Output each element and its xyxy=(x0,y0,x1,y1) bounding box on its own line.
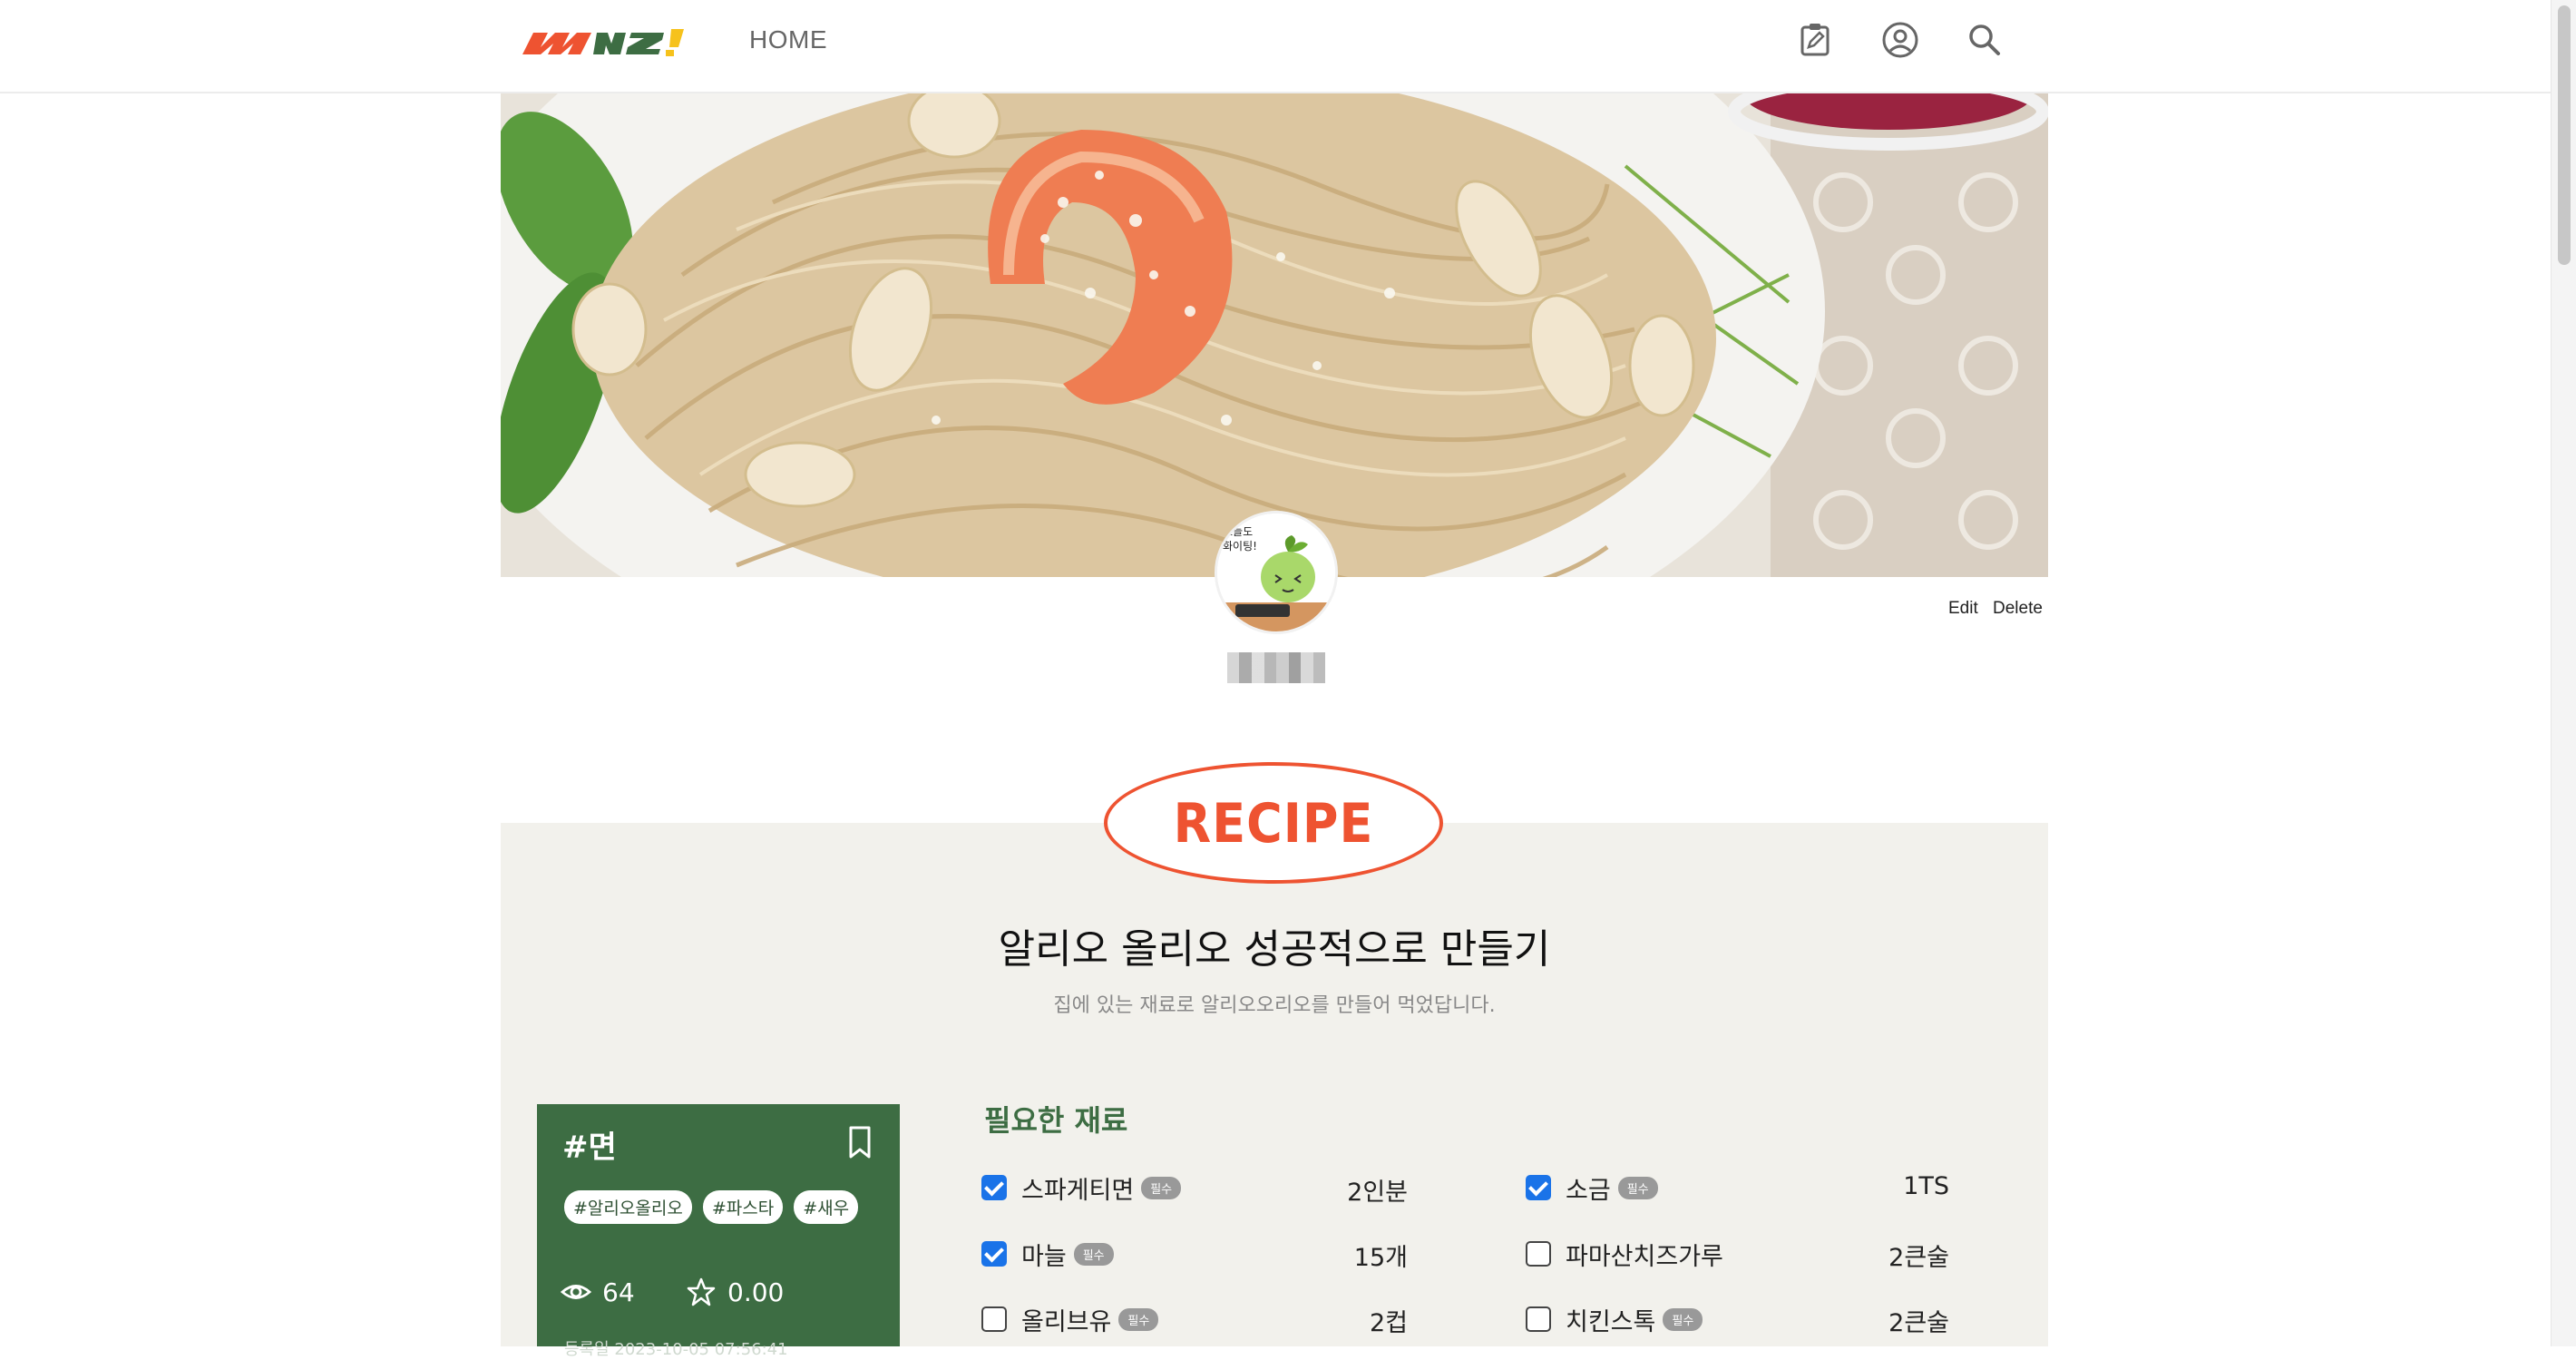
ingredient-name: 소금 xyxy=(1566,1176,1611,1205)
recipe-title: 알리오 올리오 성공적으로 만들기 xyxy=(998,926,1551,973)
ingredient-checkbox[interactable] xyxy=(981,1241,1007,1267)
ingredient-qty: 2컵 xyxy=(1369,1309,1408,1337)
view-count: 64 xyxy=(561,1277,635,1307)
scrollbar-thumb[interactable] xyxy=(2558,5,2571,265)
ingredient-checkbox[interactable] xyxy=(981,1306,1007,1332)
created-date: 등록일 2023-10-05 07:56:41 xyxy=(564,1340,788,1359)
ingredient-qty: 1TS xyxy=(1903,1172,1949,1200)
ingredient-item: 소금 필수 xyxy=(1526,1169,1658,1206)
ingredient-name: 올리브유 xyxy=(1021,1307,1112,1336)
category-label: #면 xyxy=(562,1130,617,1166)
page-scrollbar[interactable] xyxy=(2551,0,2576,1346)
author-name-blurred xyxy=(1227,652,1325,683)
top-header: HOME xyxy=(0,0,2551,93)
ingredient-name: 치킨스톡 xyxy=(1566,1307,1656,1336)
ingredient-item: 파마산치즈가루 xyxy=(1526,1236,1723,1272)
svg-text:화이팅!: 화이팅! xyxy=(1223,540,1257,553)
rating: 0.00 xyxy=(686,1277,784,1307)
ingredient-item: 스파게티면 필수 xyxy=(981,1169,1182,1206)
ingredient-name: 스파게티면 xyxy=(1021,1176,1135,1205)
ingredient-qty: 2인분 xyxy=(1347,1179,1408,1207)
ingredient-checkbox[interactable] xyxy=(1526,1241,1551,1267)
bookmark-icon[interactable] xyxy=(844,1124,876,1160)
tag-list: #알리오올리오 #파스타 #새우 xyxy=(564,1190,859,1224)
required-badge: 필수 xyxy=(1617,1176,1658,1199)
ingredient-qty: 2큰술 xyxy=(1888,1244,1949,1272)
ingredient-name: 파마산치즈가루 xyxy=(1566,1242,1723,1271)
recipe-badge-label: RECIPE xyxy=(1173,791,1374,855)
ingredient-qty: 15개 xyxy=(1353,1244,1408,1272)
recipe-subtitle: 집에 있는 재료로 알리오오리오를 만들어 먹었답니다. xyxy=(1053,994,1496,1017)
required-badge: 필수 xyxy=(1118,1307,1159,1331)
nav-home-link[interactable]: HOME xyxy=(749,25,827,54)
view-count-value: 64 xyxy=(602,1277,635,1307)
recipe-info-card: #면 #알리오올리오 #파스타 #새우 64 0.00 등록일 2023-10-… xyxy=(537,1104,900,1359)
recipe-hero-image xyxy=(501,93,2048,577)
ingredient-item: 치킨스톡 필수 xyxy=(1526,1301,1703,1337)
rating-value: 0.00 xyxy=(727,1277,785,1307)
delete-button[interactable]: Delete xyxy=(1993,599,2043,619)
author-avatar[interactable]: 오늘도 화이팅! xyxy=(1215,511,1338,634)
ingredient-qty: 2큰술 xyxy=(1888,1309,1949,1337)
star-icon xyxy=(687,1277,716,1306)
search-icon[interactable] xyxy=(1965,20,2005,60)
ingredient-item: 올리브유 필수 xyxy=(981,1301,1159,1337)
ingredient-checkbox[interactable] xyxy=(1526,1306,1551,1332)
tag-chip[interactable]: #파스타 xyxy=(702,1190,784,1224)
required-badge: 필수 xyxy=(1073,1242,1114,1266)
ingredient-checkbox[interactable] xyxy=(981,1175,1007,1200)
ingredient-item: 마늘 필수 xyxy=(981,1236,1114,1272)
tag-chip[interactable]: #새우 xyxy=(794,1190,859,1224)
site-logo[interactable] xyxy=(521,24,695,60)
edit-button[interactable]: Edit xyxy=(1948,599,1978,619)
required-badge: 필수 xyxy=(1141,1176,1182,1199)
ingredient-name: 마늘 xyxy=(1021,1242,1067,1271)
ingredients-heading: 필요한 재료 xyxy=(984,1103,1128,1138)
tag-chip[interactable]: #알리오올리오 xyxy=(564,1190,692,1224)
recipe-badge: RECIPE xyxy=(1104,762,1443,884)
user-circle-icon[interactable] xyxy=(1880,20,1920,60)
ingredient-checkbox[interactable] xyxy=(1526,1175,1551,1200)
edit-note-icon[interactable] xyxy=(1795,20,1835,60)
eye-icon xyxy=(561,1285,591,1299)
required-badge: 필수 xyxy=(1663,1307,1703,1331)
